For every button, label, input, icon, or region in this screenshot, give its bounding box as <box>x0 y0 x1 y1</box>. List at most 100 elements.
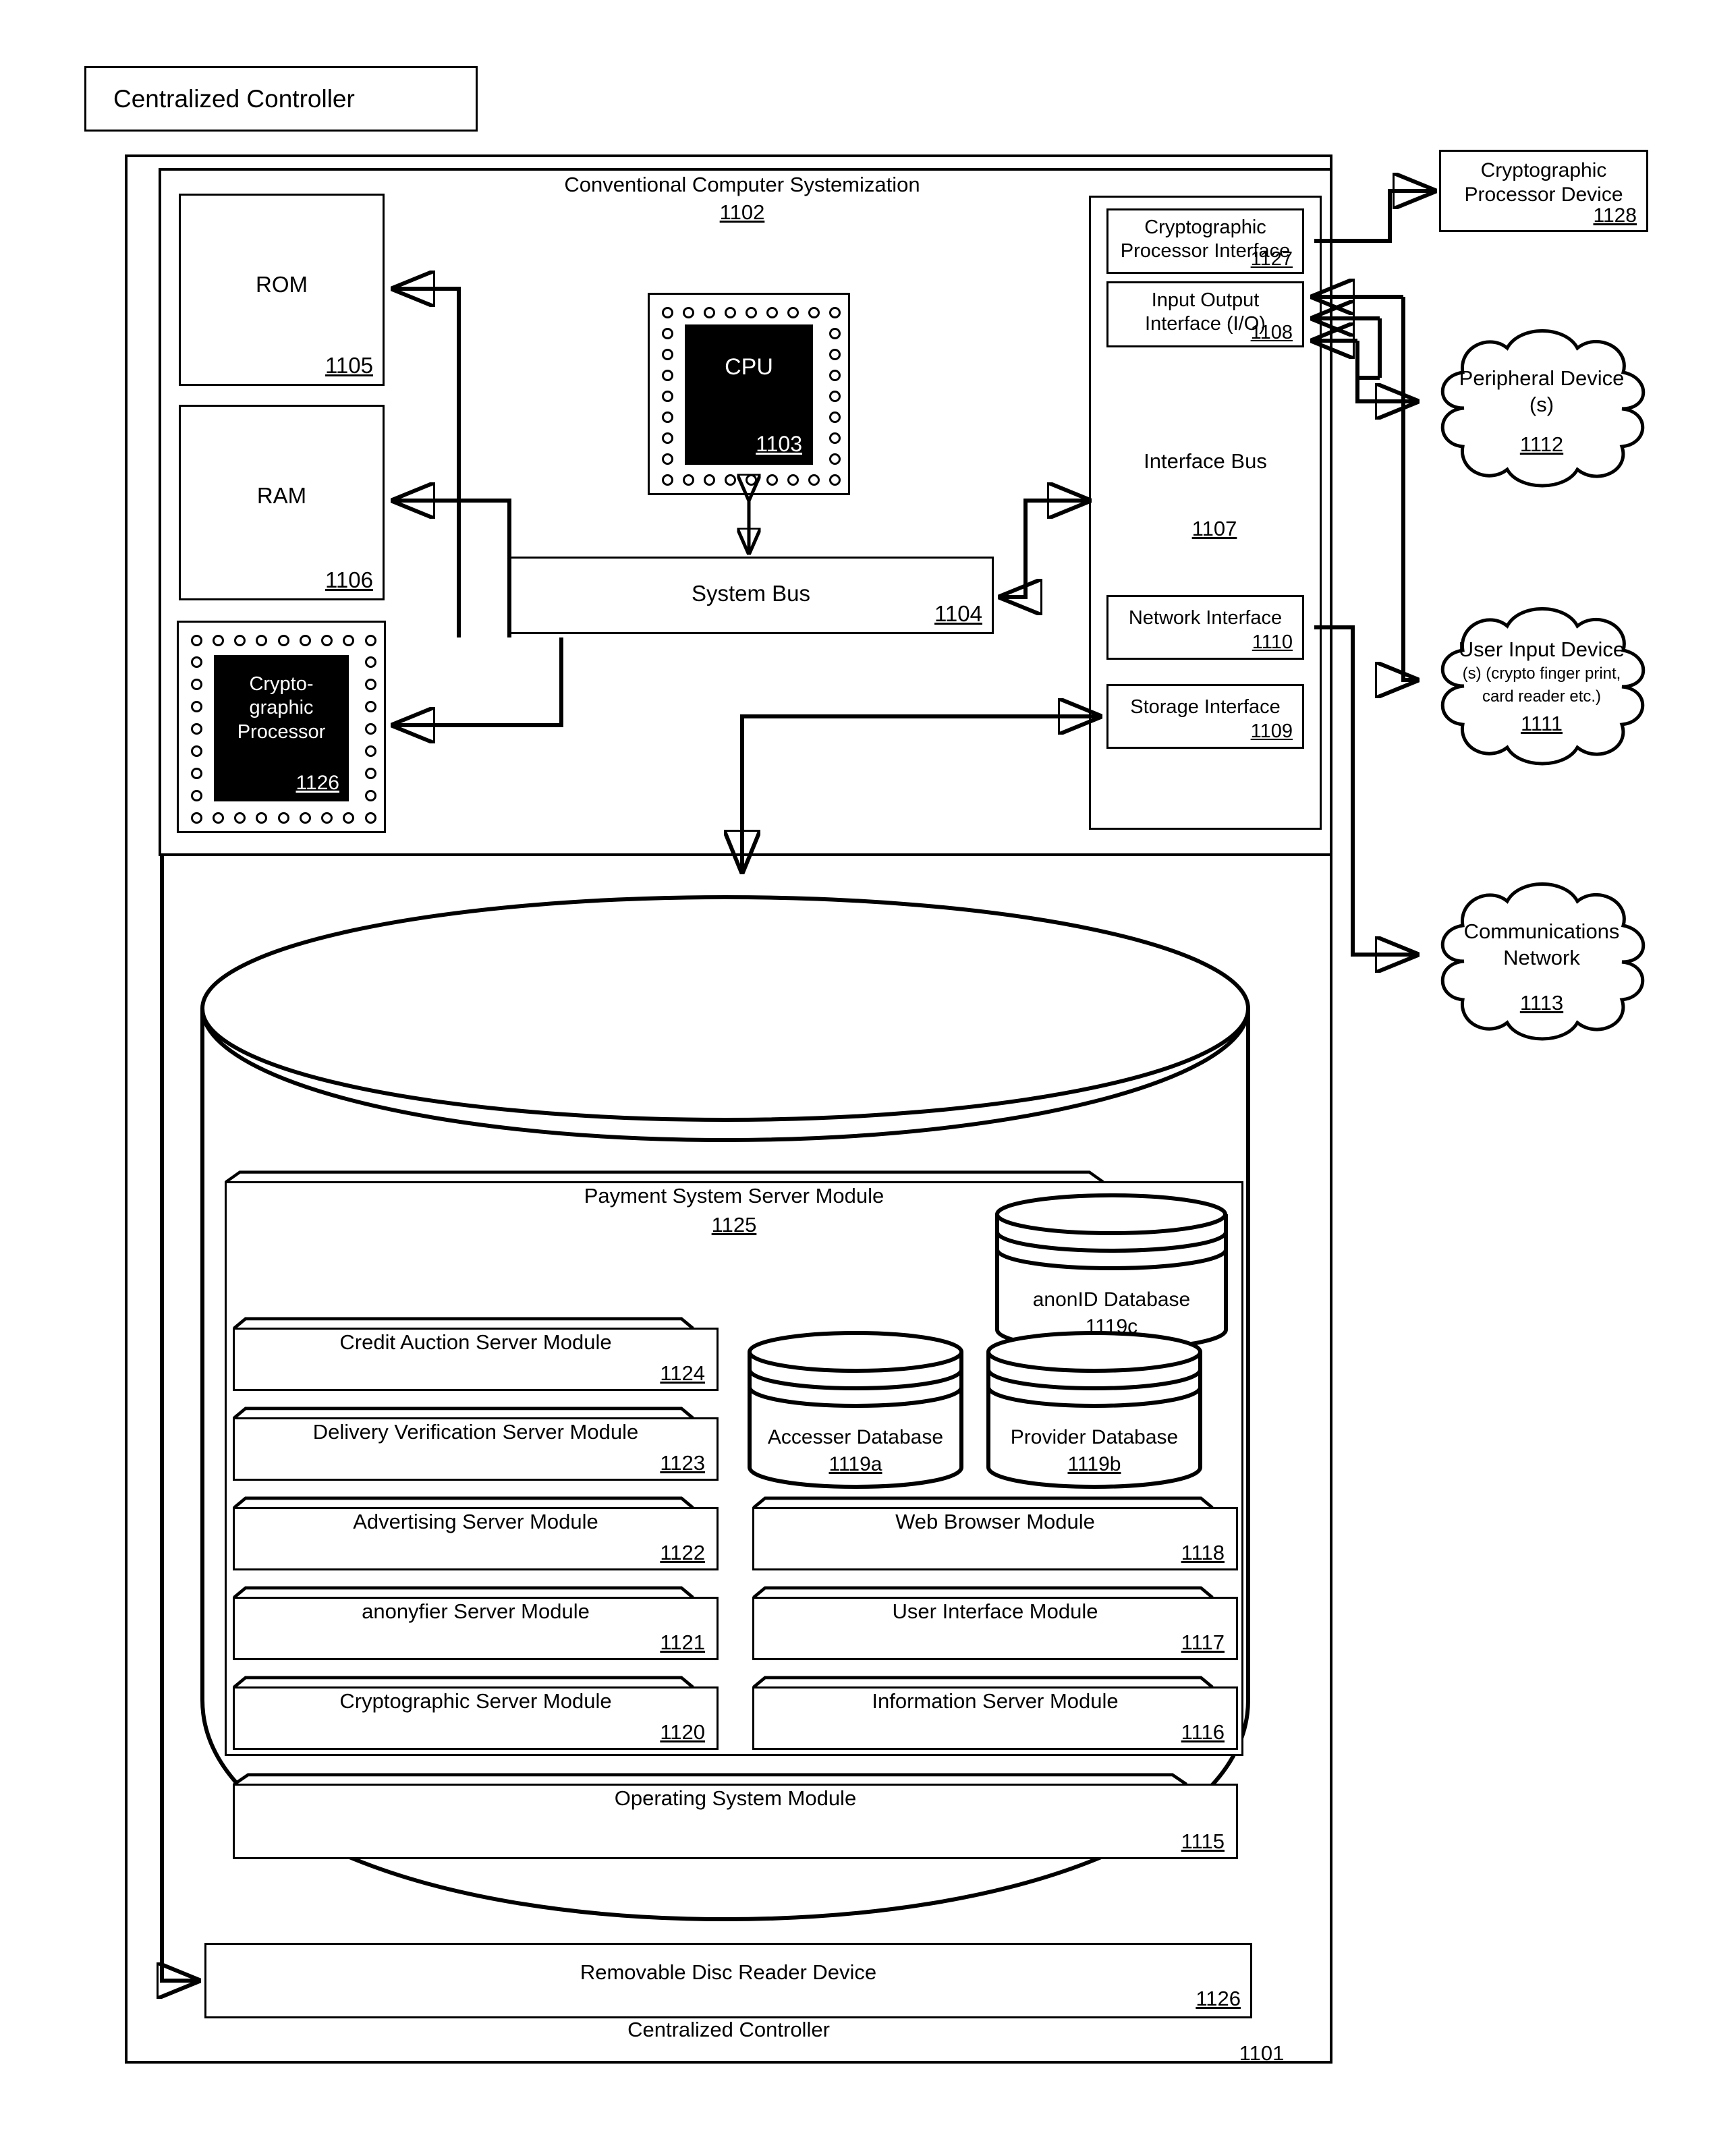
chip-pin <box>829 369 841 381</box>
os-module-number: 1115 <box>1181 1829 1225 1853</box>
database-label: Provider Database <box>1010 1426 1179 1448</box>
storage-interface-number: 1109 <box>1250 720 1293 742</box>
chip-pin <box>190 812 202 824</box>
cryptographic-server-module: Cryptographic Server Module 1120 <box>233 1676 719 1750</box>
cpu-core: CPU 1103 <box>685 324 813 465</box>
chip-pin <box>190 701 202 713</box>
communications-network-label: Communications Network <box>1463 919 1620 969</box>
cryptographic-processor-core: Crypto- graphic Processor 1126 <box>214 655 349 801</box>
module-number: 1117 <box>1181 1630 1225 1654</box>
user-interface-module: User Interface Module 1117 <box>752 1586 1238 1660</box>
chip-pin <box>703 474 715 486</box>
centralized-controller-label: Centralized Controller <box>627 2018 830 2041</box>
chip-pin <box>256 634 268 646</box>
chip-pin <box>299 634 311 646</box>
communications-network-cloud: Communications Network 1113 <box>1424 877 1660 1046</box>
system-bus-label: System Bus <box>691 581 811 606</box>
chip-pin <box>299 812 311 824</box>
module-label: Cryptographic Server Module <box>339 1689 612 1713</box>
chip-pin <box>190 789 202 801</box>
chip-pin <box>661 306 673 318</box>
input-output-interface-box: Input Output Interface (I/O) 1108 <box>1106 281 1304 347</box>
peripheral-device-cloud: Peripheral Device (s) 1112 <box>1424 324 1660 492</box>
chip-pin <box>745 306 757 318</box>
information-server-module: Information Server Module 1116 <box>752 1676 1238 1750</box>
chip-pin <box>829 390 841 402</box>
advertising-server-module: Advertising Server Module 1122 <box>233 1496 719 1570</box>
chip-pin <box>364 679 376 691</box>
chip-pin <box>661 474 673 486</box>
user-input-device-cloud: User Input Device (s) (crypto finger pri… <box>1424 602 1660 770</box>
cpu-chip: CPU 1103 <box>648 293 850 495</box>
chip-pin <box>364 812 376 824</box>
delivery-verification-server-module: Delivery Verification Server Module 1123 <box>233 1407 719 1481</box>
chip-pin <box>277 812 289 824</box>
cryptographic-processor-interface-number: 1127 <box>1250 248 1293 270</box>
chip-pin <box>766 306 778 318</box>
network-interface-label: Network Interface <box>1128 607 1283 629</box>
input-output-interface-number: 1108 <box>1250 322 1293 343</box>
chip-pin <box>661 390 673 402</box>
chip-pin <box>256 812 268 824</box>
chip-pin <box>364 723 376 735</box>
module-number: 1121 <box>660 1630 705 1654</box>
cloud-shape <box>1440 607 1646 766</box>
chip-pin <box>829 474 841 486</box>
chip-pin <box>829 306 841 318</box>
system-bus-number: 1104 <box>934 601 982 626</box>
disc-reader-label: Removable Disc Reader Device <box>580 1960 877 1984</box>
chip-pin <box>364 656 376 669</box>
cpu-label: CPU <box>725 354 773 380</box>
chip-pin <box>661 411 673 423</box>
accesser-database: Accesser Database 1119a <box>744 1330 967 1490</box>
chip-pin <box>212 634 224 646</box>
credit-auction-server-module: Credit Auction Server Module 1124 <box>233 1317 719 1391</box>
chip-pin <box>661 369 673 381</box>
title-box: Centralized Controller <box>84 66 478 132</box>
database-label: anonID Database <box>1032 1288 1191 1311</box>
chip-pin <box>190 634 202 646</box>
chip-pin <box>787 474 799 486</box>
module-label: Delivery Verification Server Module <box>312 1420 639 1444</box>
cryptographic-processor-label: Crypto- graphic Processor <box>237 673 326 743</box>
chip-pin <box>787 306 799 318</box>
chip-pin <box>364 745 376 757</box>
chip-pin <box>190 767 202 779</box>
network-interface-box: Network Interface 1110 <box>1106 595 1304 660</box>
cryptographic-processor-number: 1126 <box>296 772 339 794</box>
user-input-device-number: 1111 <box>1520 712 1563 735</box>
chip-pin <box>661 432 673 444</box>
title-box-label: Centralized Controller <box>113 84 355 113</box>
anonid-database: anonID Database 1119c <box>992 1193 1231 1352</box>
chip-pin <box>661 348 673 360</box>
cryptographic-processor-device-label: Cryptographic Processor Device <box>1464 159 1623 206</box>
module-label: Information Server Module <box>872 1689 1119 1713</box>
chip-pin <box>234 812 246 824</box>
database-number: 1119a <box>829 1453 882 1475</box>
cpu-number: 1103 <box>756 432 802 456</box>
communications-network-number: 1113 <box>1519 991 1564 1015</box>
chip-pin <box>808 474 820 486</box>
chip-pin <box>661 327 673 339</box>
chip-pin <box>829 432 841 444</box>
module-number: 1122 <box>660 1541 705 1564</box>
chip-pin <box>766 474 778 486</box>
module-number: 1120 <box>660 1720 705 1744</box>
user-input-device-sub2: card reader etc.) <box>1482 687 1602 706</box>
rom-box: ROM 1105 <box>179 194 385 386</box>
operating-system-module: Operating System Module 1115 <box>233 1773 1238 1859</box>
provider-database: Provider Database 1119b <box>983 1330 1206 1490</box>
module-label: User Interface Module <box>892 1599 1098 1623</box>
chip-pin <box>829 348 841 360</box>
ram-label: RAM <box>256 483 307 508</box>
chip-pin <box>724 306 736 318</box>
database-number: 1119b <box>1067 1453 1121 1475</box>
user-input-device-sub1: (s) (crypto finger print, <box>1462 664 1621 683</box>
chip-pin <box>364 634 376 646</box>
chip-pin <box>682 474 694 486</box>
module-label: Credit Auction Server Module <box>339 1330 612 1354</box>
chip-pin <box>703 306 715 318</box>
interface-bus-label: Interface Bus <box>1144 449 1267 473</box>
chip-pin <box>343 634 355 646</box>
module-number: 1123 <box>660 1451 705 1475</box>
